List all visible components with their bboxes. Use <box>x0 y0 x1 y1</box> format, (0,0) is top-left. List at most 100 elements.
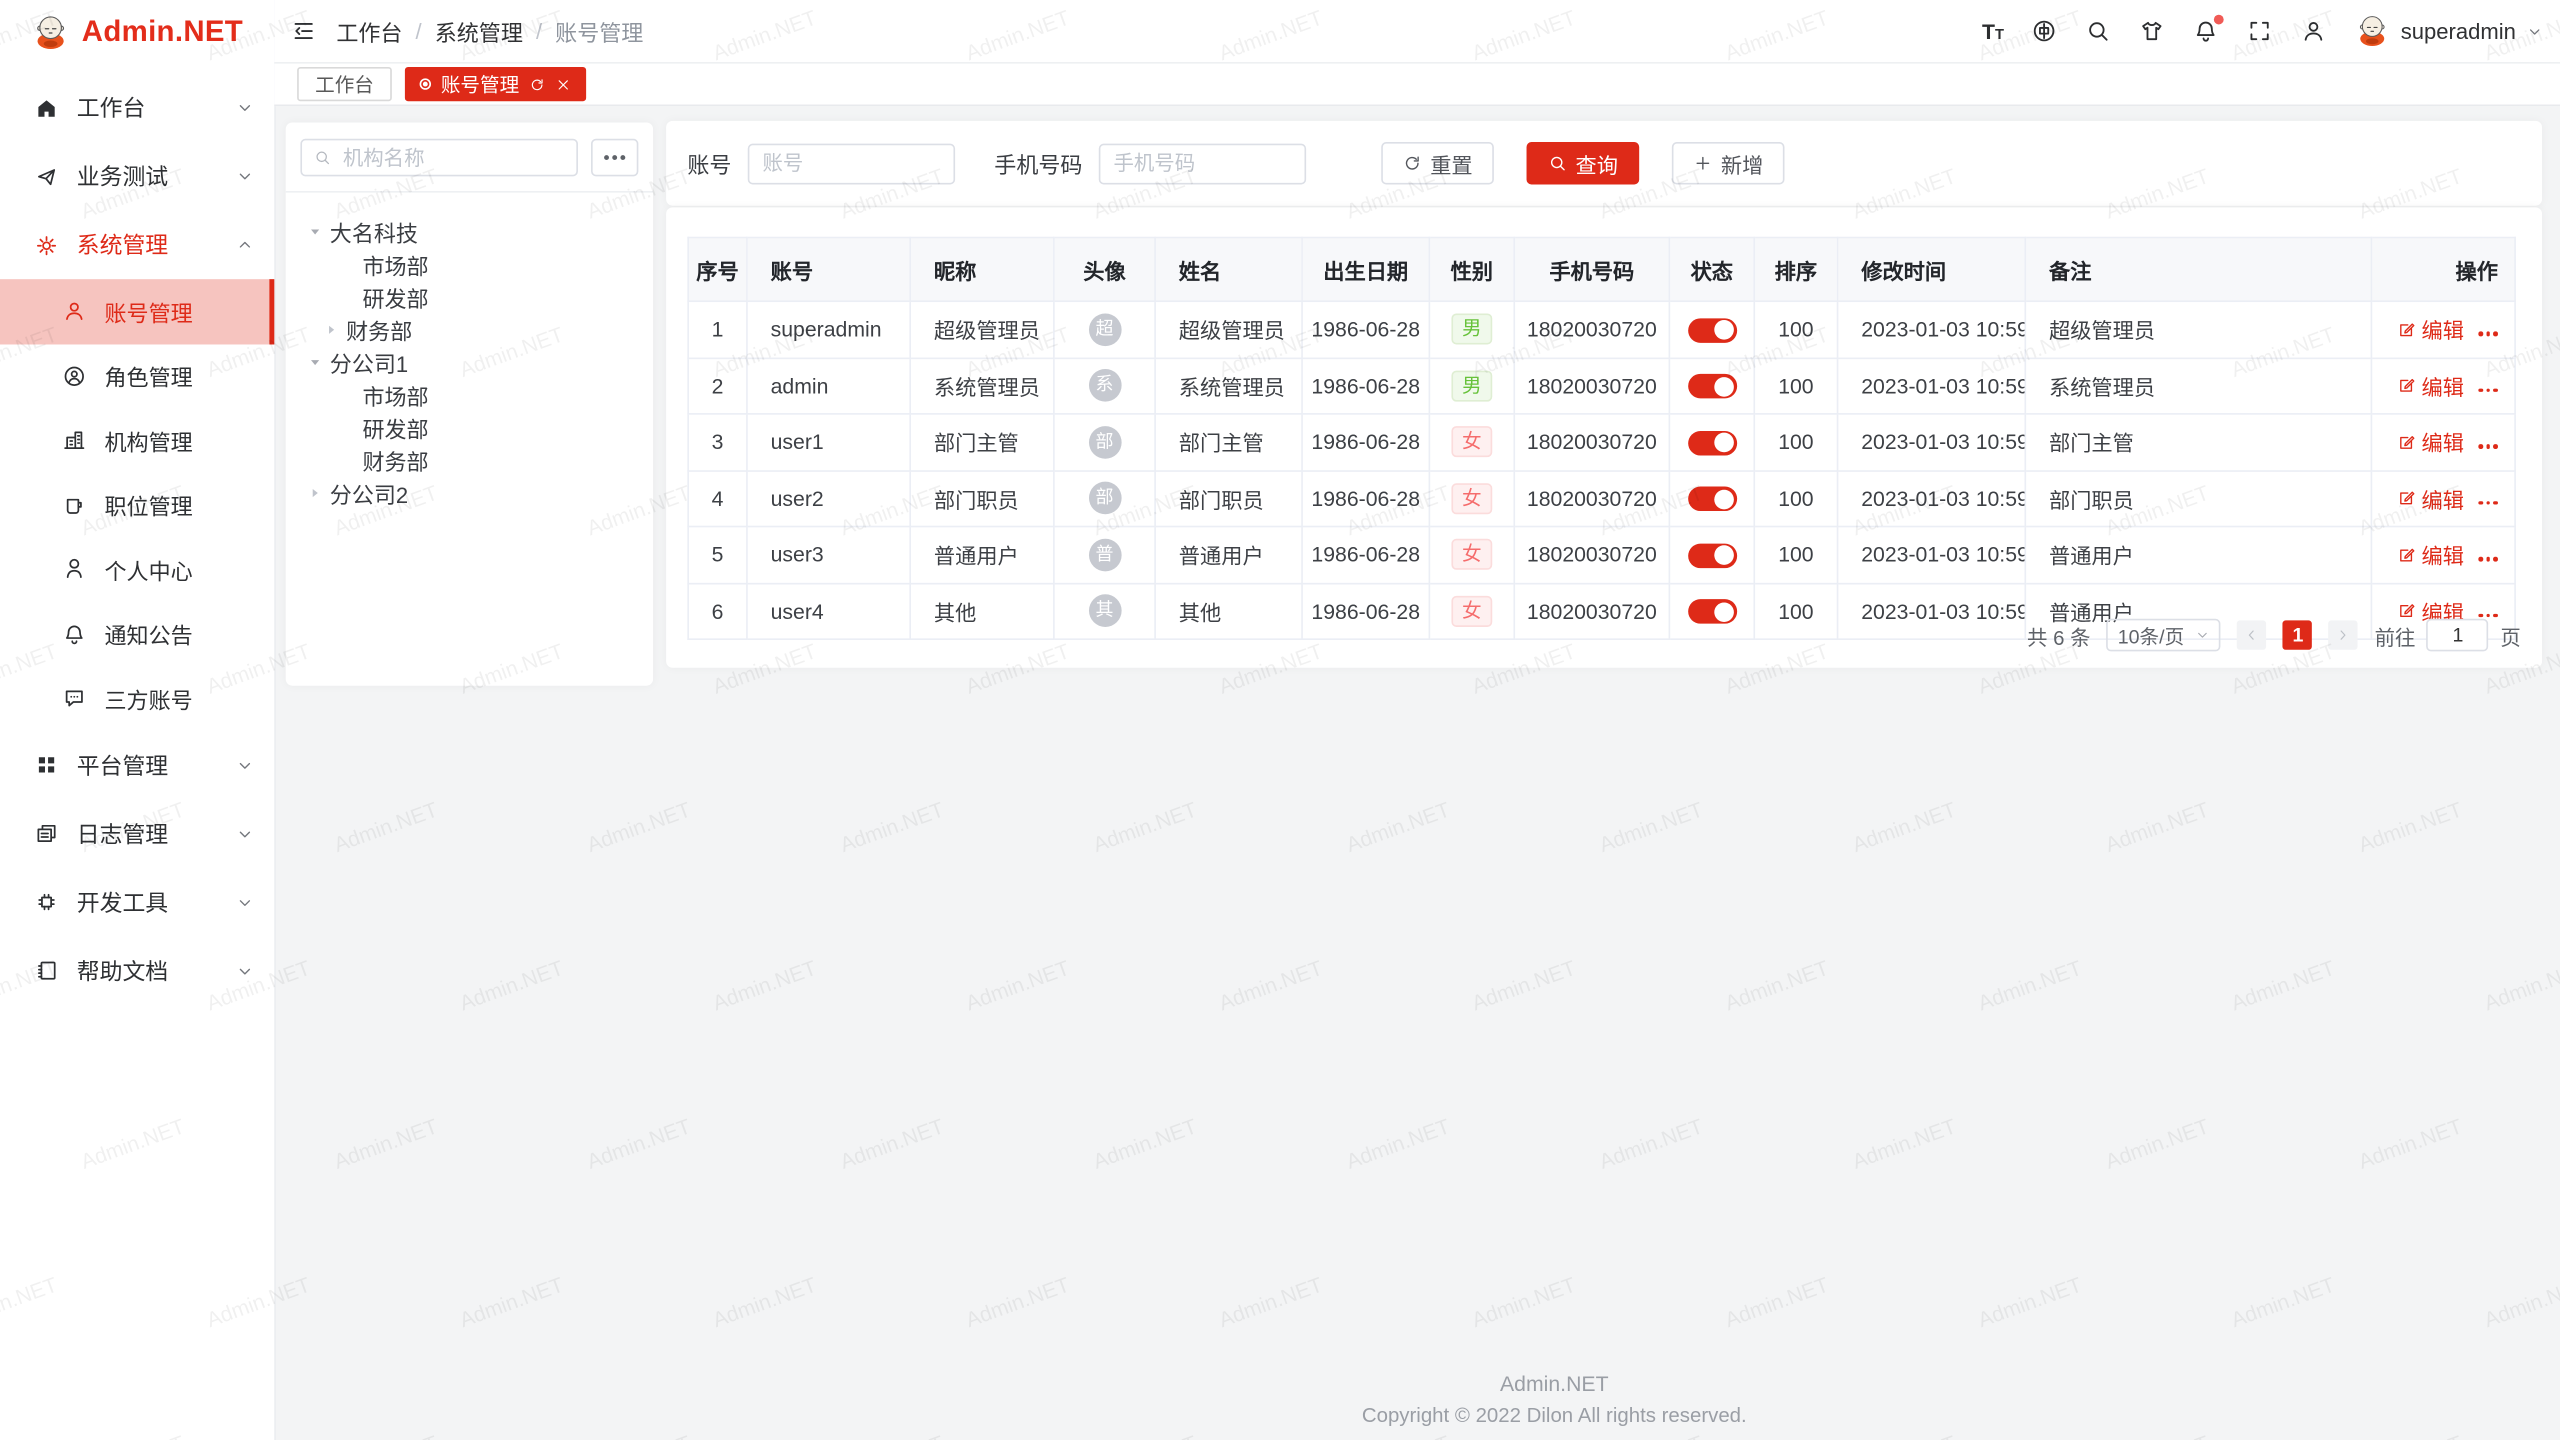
sidebar-item-personal-center[interactable]: 个人中心 <box>0 537 274 601</box>
edit-button[interactable]: 编辑 <box>2397 427 2464 458</box>
sidebar-item-third-party-account[interactable]: 三方账号 <box>0 666 274 730</box>
more-actions-button[interactable] <box>2479 388 2498 392</box>
col-birthdate: 出生日期 <box>1302 238 1429 302</box>
pagination: 共 6 条 10条/页 1 前往 页 <box>2027 619 2521 652</box>
sidebar-item-workbench[interactable]: 工作台 <box>0 73 274 142</box>
reset-button[interactable]: 重置 <box>1381 142 1494 184</box>
status-toggle[interactable] <box>1687 487 1736 511</box>
prev-page-button[interactable] <box>2238 620 2267 649</box>
fullscreen-icon[interactable] <box>2247 18 2273 44</box>
sidebar-item-org-management[interactable]: 机构管理 <box>0 408 274 472</box>
tree-node-label: 研发部 <box>362 281 428 314</box>
refresh-icon[interactable] <box>529 76 545 92</box>
tree-node[interactable]: 财务部 <box>286 313 653 346</box>
more-actions-button[interactable] <box>2479 331 2498 335</box>
tree-node[interactable]: 分公司2 <box>286 477 653 510</box>
user-menu[interactable]: superadmin <box>2355 13 2544 49</box>
edit-button[interactable]: 编辑 <box>2397 539 2464 570</box>
tree-node[interactable]: 财务部 <box>286 444 653 477</box>
status-toggle[interactable] <box>1687 431 1736 455</box>
tree-node[interactable]: 市场部 <box>286 248 653 281</box>
tree-node-label: 分公司1 <box>330 346 408 379</box>
page-number-current[interactable]: 1 <box>2283 620 2312 649</box>
sidebar-item-role-management[interactable]: 角色管理 <box>0 344 274 408</box>
search-icon[interactable] <box>2086 18 2112 44</box>
more-actions-button[interactable] <box>2479 500 2498 504</box>
gender-tag: 男 <box>1452 370 1491 401</box>
sidebar-item-business-test[interactable]: 业务测试 <box>0 142 274 211</box>
chevron-down-icon <box>235 824 255 844</box>
add-button[interactable]: 新增 <box>1672 142 1785 184</box>
caret-right-icon[interactable] <box>307 485 323 501</box>
sidebar-item-position-management[interactable]: 职位管理 <box>0 473 274 537</box>
logo-mascot-icon <box>31 12 70 51</box>
tab-account-management[interactable]: 账号管理 <box>405 67 586 101</box>
tree-node-label: 市场部 <box>362 248 428 281</box>
edit-button[interactable]: 编辑 <box>2397 483 2464 514</box>
notification-bell[interactable] <box>2193 18 2219 44</box>
theme-tshirt-icon[interactable] <box>2140 18 2166 44</box>
person-icon <box>62 557 86 581</box>
sidebar-item-log-management[interactable]: 日志管理 <box>0 799 274 868</box>
sidebar-item-label: 三方账号 <box>104 682 254 715</box>
font-size-icon[interactable]: TT <box>1982 20 2004 41</box>
app: Admin.NET 工作台 业务测试 系统管理 账号管理 <box>0 0 2560 1440</box>
language-icon[interactable] <box>2032 18 2058 44</box>
tree-node[interactable]: 大名科技 <box>286 216 653 249</box>
breadcrumb-item[interactable]: 系统管理 <box>435 15 523 48</box>
sidebar-item-dev-tools[interactable]: 开发工具 <box>0 868 274 937</box>
menu-fold-icon[interactable] <box>291 18 317 44</box>
search-icon <box>1548 153 1568 173</box>
tree-node[interactable]: 研发部 <box>286 281 653 314</box>
org-search-input[interactable] <box>340 144 565 170</box>
status-toggle[interactable] <box>1687 374 1736 398</box>
status-toggle[interactable] <box>1687 318 1736 342</box>
org-more-button[interactable] <box>591 139 638 177</box>
tree-node-label: 财务部 <box>346 313 412 346</box>
status-toggle[interactable] <box>1687 543 1736 567</box>
sidebar-item-label: 通知公告 <box>104 618 254 651</box>
more-actions-button[interactable] <box>2479 444 2498 448</box>
edit-button[interactable]: 编辑 <box>2397 314 2464 345</box>
phone-input[interactable] <box>1099 143 1306 184</box>
tree-node[interactable]: 研发部 <box>286 411 653 444</box>
goto-page-input[interactable] <box>2427 619 2489 652</box>
page-size-select[interactable]: 10条/页 <box>2107 619 2221 652</box>
sidebar-item-label: 角色管理 <box>104 360 254 393</box>
col-actions: 操作 <box>2371 238 2515 302</box>
col-nickname: 昵称 <box>910 238 1054 302</box>
sidebar-item-help-docs[interactable]: 帮助文档 <box>0 936 274 1005</box>
avatar: 系 <box>1088 369 1121 402</box>
more-actions-button[interactable] <box>2479 557 2498 561</box>
status-toggle[interactable] <box>1687 600 1736 624</box>
profile-person-icon[interactable] <box>2301 18 2327 44</box>
sidebar-item-label: 开发工具 <box>77 886 235 919</box>
active-dot-icon <box>420 78 431 89</box>
account-input[interactable] <box>748 143 955 184</box>
caret-right-icon[interactable] <box>323 322 339 338</box>
user-icon <box>62 299 86 323</box>
tree-node[interactable]: 分公司1 <box>286 346 653 379</box>
next-page-button[interactable] <box>2329 620 2358 649</box>
chevron-down-icon <box>235 755 255 775</box>
col-account: 账号 <box>747 238 910 302</box>
edit-button[interactable]: 编辑 <box>2397 370 2464 401</box>
breadcrumb-item[interactable]: 工作台 <box>336 15 402 48</box>
tab-workbench[interactable]: 工作台 <box>297 67 392 101</box>
sidebar-item-platform-management[interactable]: 平台管理 <box>0 731 274 800</box>
caret-down-icon[interactable] <box>307 224 323 240</box>
table-row: 1 superadmin 超级管理员 超 超级管理员 1986-06-28 男 … <box>688 301 2515 357</box>
close-icon[interactable] <box>555 76 571 92</box>
sidebar-item-account-management[interactable]: 账号管理 <box>0 279 274 343</box>
search-button[interactable]: 查询 <box>1527 142 1640 184</box>
sidebar-item-system-management[interactable]: 系统管理 <box>0 211 274 280</box>
sidebar-item-notice[interactable]: 通知公告 <box>0 602 274 666</box>
tree-node[interactable]: 市场部 <box>286 379 653 412</box>
caret-down-icon[interactable] <box>307 354 323 370</box>
gender-tag: 男 <box>1452 314 1491 345</box>
plus-icon <box>1693 153 1713 173</box>
more-actions-button[interactable] <box>2479 613 2498 617</box>
grid-icon <box>34 753 58 777</box>
badge-icon <box>62 493 86 517</box>
app-logo[interactable]: Admin.NET <box>0 0 274 64</box>
